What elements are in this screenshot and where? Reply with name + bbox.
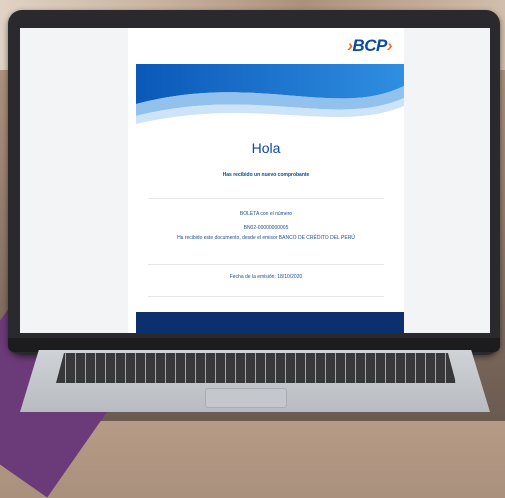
divider [148, 198, 384, 199]
logo-text: BCP [352, 36, 387, 55]
hero-wave-banner [136, 64, 404, 134]
document-type-line: BOLETA con el número [239, 211, 293, 217]
divider [148, 264, 384, 265]
bcp-logo: ›BCP› [347, 36, 392, 56]
laptop-hinge [8, 338, 500, 352]
sender-line: Ha recibido este documento, desde el emi… [177, 235, 355, 241]
logo-chevron-right: › [386, 36, 393, 55]
divider [148, 296, 384, 297]
trackpad [205, 388, 287, 408]
greeting-heading: Hola [251, 140, 281, 156]
document-number: BN02-00000000005 [243, 225, 289, 231]
email-footer-bar [136, 312, 404, 333]
email-card: ›BCP› Hola Has recibido un nuevo comprob… [128, 28, 404, 333]
wave-graphic [136, 64, 404, 134]
subtitle-text: Has recibido un nuevo comprobante [222, 172, 310, 178]
laptop-screen: ›BCP› Hola Has recibido un nuevo comprob… [20, 28, 490, 333]
keyboard-keys [56, 353, 456, 383]
issue-date-line: Fecha de la emisión: 18/10/2020 [229, 274, 303, 280]
